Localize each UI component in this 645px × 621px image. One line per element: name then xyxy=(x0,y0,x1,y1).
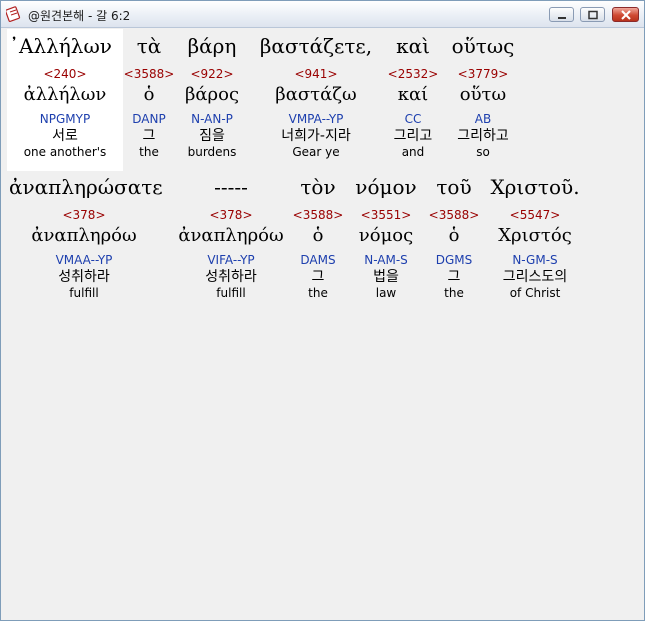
english-gloss: burdens xyxy=(187,145,237,159)
word-column[interactable]: ᾽Αλλήλων <240> ἀλλήλων NPGMYP 서로 one ano… xyxy=(7,34,123,160)
english-gloss: one another's xyxy=(23,145,107,159)
parsing-code: DANP xyxy=(132,112,166,126)
word-column[interactable]: οὕτως <3779> οὕτω AB 그리하고 so xyxy=(443,34,523,160)
strong-number[interactable]: <941> xyxy=(247,66,385,82)
word-column[interactable]: βαστάζετε, <941> βαστάζω VMPA--YP 너희가-지라… xyxy=(247,34,385,160)
greek-word[interactable]: οὕτως xyxy=(443,34,523,58)
window-title: @원견본해 - 갈 6:2 xyxy=(28,9,131,23)
lemma: ἀναπληρόω xyxy=(31,225,137,246)
korean-gloss: 그 xyxy=(447,269,461,285)
title-bar[interactable]: @원견본해 - 갈 6:2 xyxy=(1,1,644,28)
close-button[interactable] xyxy=(612,7,639,22)
greek-word[interactable]: ᾽Αλλήλων xyxy=(7,34,123,58)
word-column[interactable]: βάρη <922> βάρος N-AN-P 짐을 burdens xyxy=(177,34,247,160)
word-column[interactable]: νόμον <3551> νόμος N-AM-S 법을 law xyxy=(351,175,421,301)
word-column[interactable]: Χριστοῦ. <5547> Χριστός N-GM-S 그리스도의 of … xyxy=(485,175,585,301)
word-column[interactable]: καὶ <2532> καί CC 그리고 and xyxy=(385,34,441,160)
english-gloss: Gear ye xyxy=(292,145,340,159)
lemma: βαστάζω xyxy=(275,84,357,105)
korean-gloss: 그 xyxy=(142,128,156,144)
lemma: βάρος xyxy=(184,84,240,105)
english-gloss: and xyxy=(401,145,425,159)
korean-gloss: 그리스도의 xyxy=(502,269,568,285)
english-gloss: fulfill xyxy=(69,286,99,300)
parsing-code: CC xyxy=(404,112,422,126)
vertical-scrollbar-track[interactable] xyxy=(613,29,639,614)
korean-gloss: 너희가-지라 xyxy=(281,128,351,144)
strong-number[interactable]: <922> xyxy=(177,66,247,82)
greek-word[interactable]: καὶ xyxy=(385,34,441,58)
bible-app-icon[interactable] xyxy=(4,6,22,23)
strong-number[interactable]: <3588> xyxy=(427,207,481,223)
word-column[interactable]: τὰ <3588> ὁ DANP 그 the xyxy=(123,34,175,160)
strong-number[interactable]: <378> xyxy=(167,207,295,223)
parsing-code: DAMS xyxy=(300,253,336,267)
lemma: νόμος xyxy=(358,225,414,246)
greek-word[interactable]: τὸν xyxy=(291,175,345,199)
korean-gloss: 서로 xyxy=(52,128,78,144)
korean-gloss: 그 xyxy=(311,269,325,285)
english-gloss: the xyxy=(139,145,159,159)
word-column[interactable]: ----- <378> ἀναπληρόω VIFA--YP 성취하라 fulf… xyxy=(167,175,295,301)
english-gloss: law xyxy=(375,286,397,300)
strong-number[interactable]: <2532> xyxy=(385,66,441,82)
word-column[interactable]: ἀναπληρώσατε <378> ἀναπληρόω VMAA--YP 성취… xyxy=(7,175,163,301)
minimize-button[interactable] xyxy=(549,7,574,22)
lemma: Χριστός xyxy=(498,225,572,246)
korean-gloss: 성취하라 xyxy=(205,269,257,285)
minimize-icon xyxy=(558,17,566,19)
parsing-code: N-AN-P xyxy=(191,112,233,126)
greek-word[interactable]: ἀναπληρώσατε xyxy=(7,175,163,199)
strong-number[interactable]: <3588> xyxy=(123,66,175,82)
word-column[interactable]: τοῦ <3588> ὁ DGMS 그 the xyxy=(427,175,481,301)
lemma: οὕτω xyxy=(459,84,507,105)
korean-gloss: 성취하라 xyxy=(58,269,110,285)
greek-word[interactable]: βάρη xyxy=(177,34,247,58)
parsing-code: DGMS xyxy=(435,253,473,267)
lemma: ὁ xyxy=(143,84,155,105)
english-gloss: the xyxy=(308,286,328,300)
lemma: ὁ xyxy=(448,225,460,246)
korean-gloss: 짐을 xyxy=(199,128,225,144)
greek-word[interactable]: νόμον xyxy=(351,175,421,199)
close-icon xyxy=(621,10,631,20)
strong-number[interactable]: <378> xyxy=(7,207,161,223)
lemma: ὁ xyxy=(312,225,324,246)
korean-gloss: 법을 xyxy=(373,269,399,285)
greek-word[interactable]: Χριστοῦ. xyxy=(485,175,585,199)
greek-word[interactable]: βαστάζετε, xyxy=(247,34,385,58)
parsing-code: N-GM-S xyxy=(512,253,558,267)
interlinear-view[interactable]: ᾽Αλλήλων <240> ἀλλήλων NPGMYP 서로 one ano… xyxy=(7,29,613,614)
parsing-code: AB xyxy=(474,112,492,126)
word-column[interactable]: τὸν <3588> ὁ DAMS 그 the xyxy=(291,175,345,301)
parsing-code: NPGMYP xyxy=(39,112,91,126)
app-window: @원견본해 - 갈 6:2 ᾽Αλλήλων <240> ἀλλήλων NPG… xyxy=(0,0,645,621)
strong-number[interactable]: <3779> xyxy=(443,66,523,82)
strong-number[interactable]: <3551> xyxy=(351,207,421,223)
english-gloss: fulfill xyxy=(216,286,246,300)
greek-word[interactable]: ----- xyxy=(167,175,295,199)
lemma: ἀναπληρόω xyxy=(178,225,284,246)
parsing-code: N-AM-S xyxy=(364,253,408,267)
korean-gloss: 그리고 xyxy=(393,128,433,144)
english-gloss: the xyxy=(444,286,464,300)
english-gloss: so xyxy=(476,145,490,159)
maximize-icon xyxy=(588,10,598,20)
parsing-code: VIFA--YP xyxy=(207,253,255,267)
strong-number[interactable]: <5547> xyxy=(485,207,585,223)
english-gloss: of Christ xyxy=(509,286,561,300)
parsing-code: VMPA--YP xyxy=(288,112,344,126)
lemma: ἀλλήλων xyxy=(23,84,107,105)
strong-number[interactable]: <3588> xyxy=(291,207,345,223)
lemma: καί xyxy=(397,84,429,105)
strong-number[interactable]: <240> xyxy=(7,66,123,82)
greek-word[interactable]: τοῦ xyxy=(427,175,481,199)
maximize-button[interactable] xyxy=(580,7,605,22)
parsing-code: VMAA--YP xyxy=(55,253,113,267)
greek-word[interactable]: τὰ xyxy=(123,34,175,58)
korean-gloss: 그리하고 xyxy=(457,128,509,144)
